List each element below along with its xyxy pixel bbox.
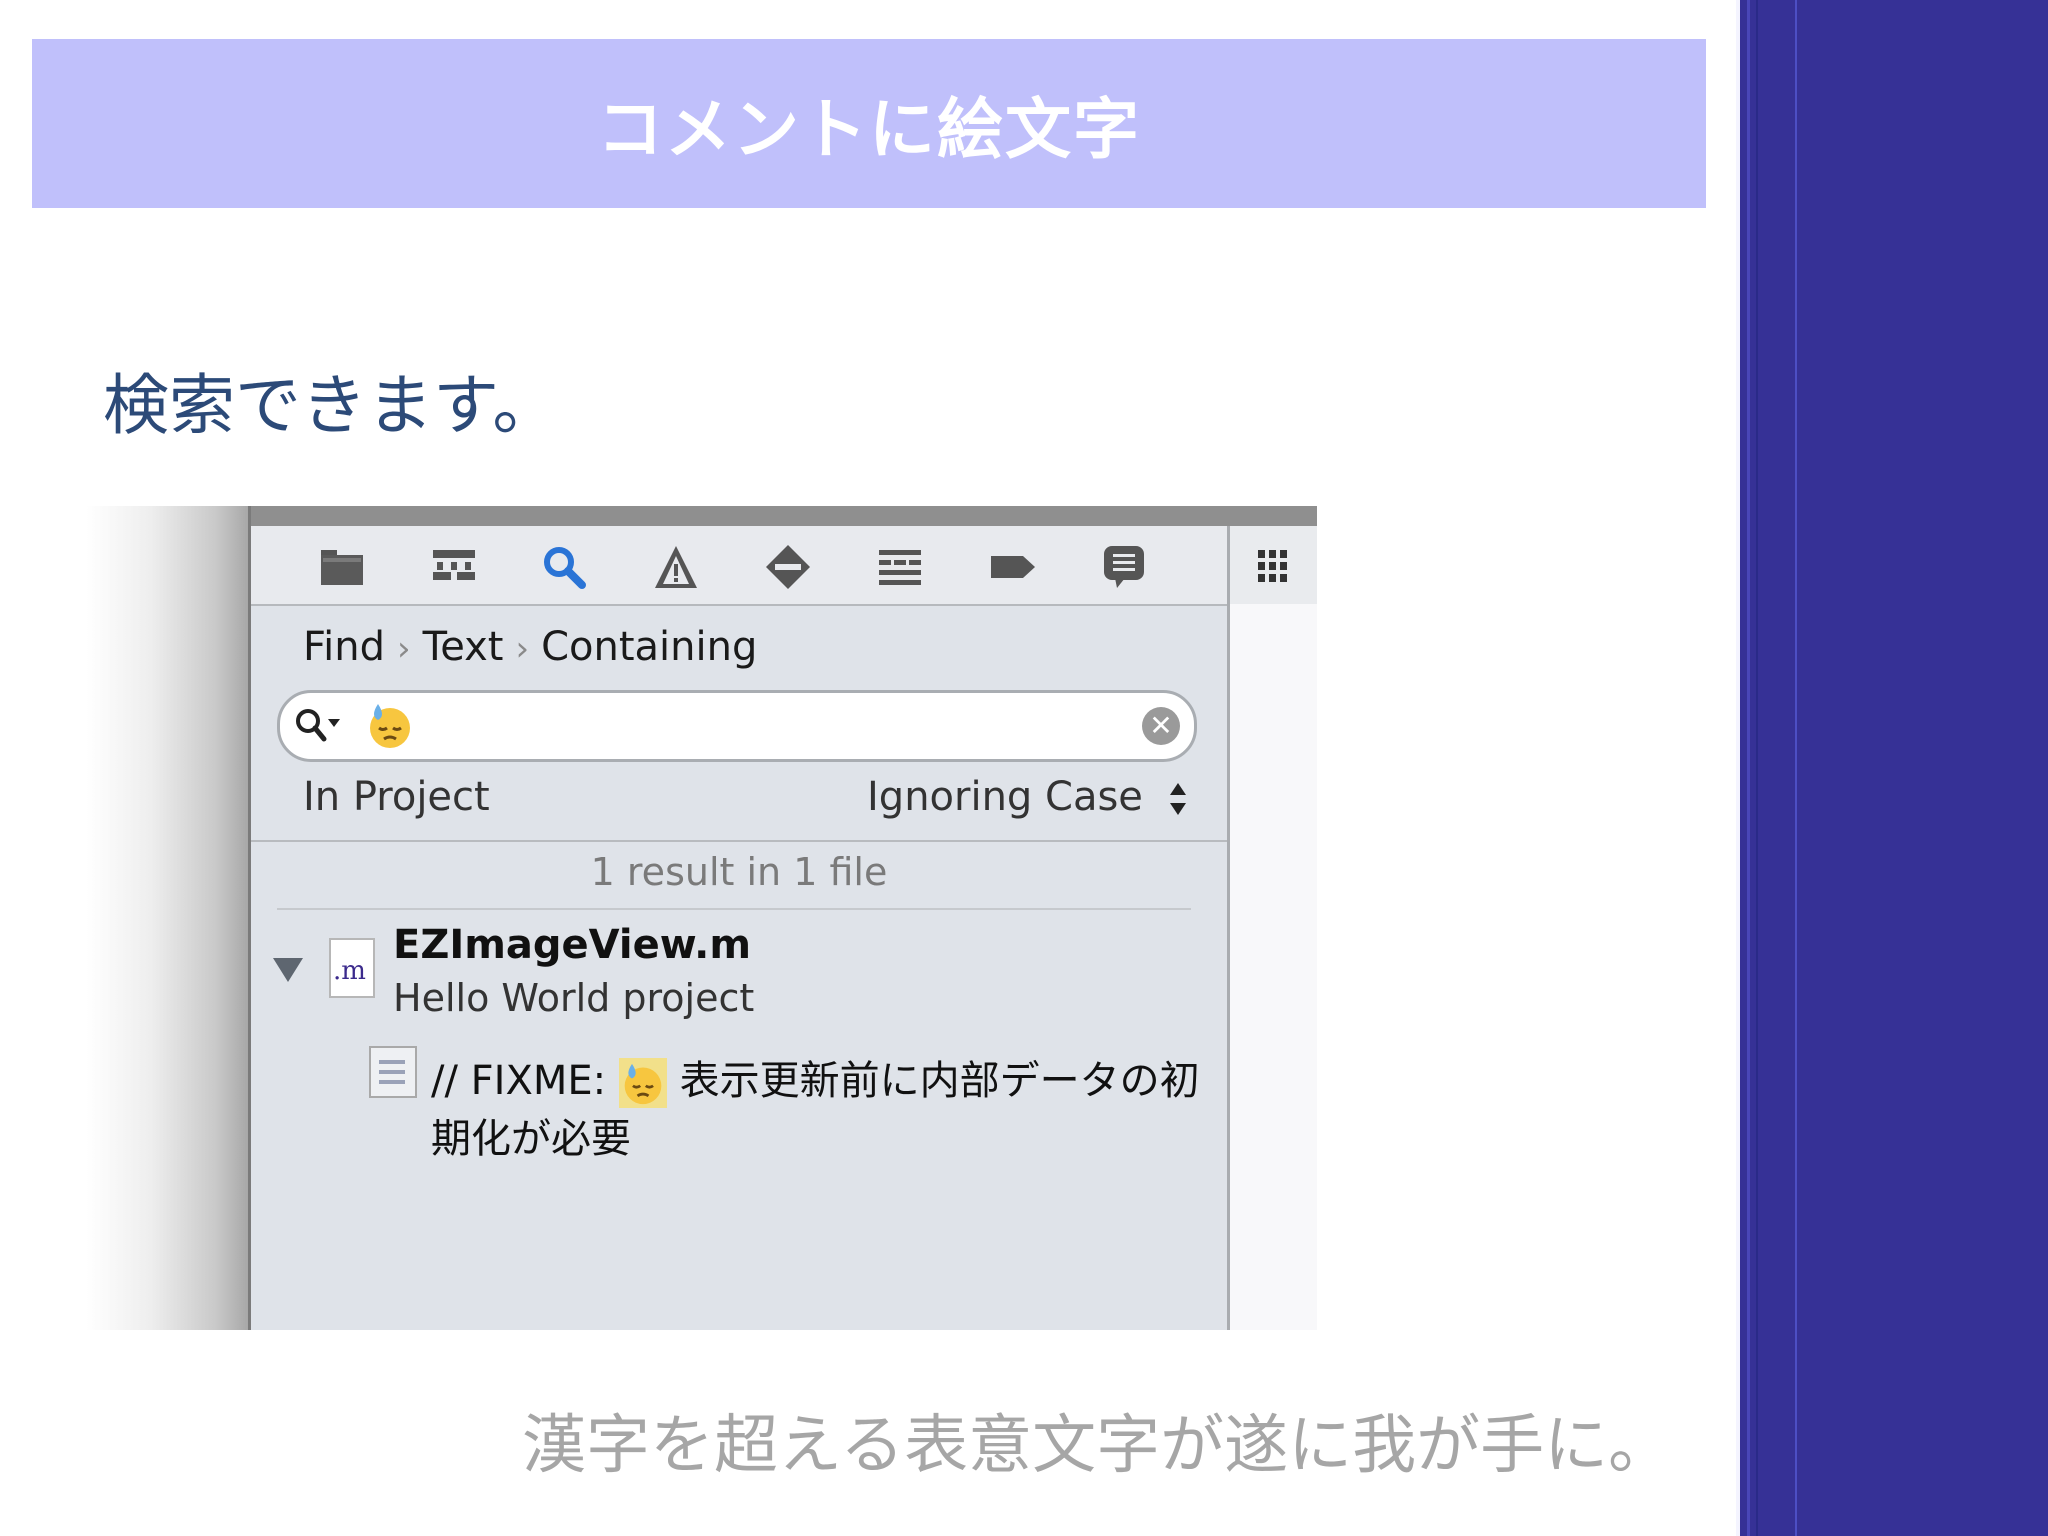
objc-file-icon: .m xyxy=(329,938,375,998)
xcode-screenshot: Find › Text › Containing ✕ In Project Ignori… xyxy=(86,506,1317,1330)
search-field[interactable]: ✕ xyxy=(277,690,1197,762)
updown-arrows-icon xyxy=(1169,783,1186,815)
match-prefix: // FIXME: xyxy=(431,1058,607,1104)
search-options-icon[interactable] xyxy=(294,707,342,745)
breadcrumb: Find › Text › Containing xyxy=(303,624,757,670)
disclosure-triangle-icon[interactable] xyxy=(271,956,305,984)
folder-icon[interactable] xyxy=(319,544,365,590)
search-result-line[interactable]: // FIXME: 表示更新前に内部データの初期化が必要 xyxy=(431,1052,1211,1168)
navigator-toolbar xyxy=(251,526,1227,606)
text-line-icon xyxy=(369,1046,417,1098)
log-list-icon[interactable] xyxy=(877,544,923,590)
sweat-emoji-icon xyxy=(370,704,410,748)
inspector-toolbar xyxy=(1230,526,1317,604)
case-selector[interactable]: Ignoring Case xyxy=(867,774,1188,820)
sidebar-stripe xyxy=(1747,0,1750,1536)
scope-selector[interactable]: In Project xyxy=(303,774,490,820)
sidebar-stripe xyxy=(1756,0,1758,1536)
clear-search-icon[interactable]: ✕ xyxy=(1142,707,1180,745)
breadcrumb-text[interactable]: Text xyxy=(423,624,504,670)
slide-title-bar: コメントに絵文字 xyxy=(32,39,1706,208)
divider xyxy=(277,908,1191,910)
editor-area xyxy=(1230,604,1317,1330)
slide-caption: 漢字を超える表意文字が遂に我が手に。 xyxy=(522,1409,1673,1483)
slide-title: コメントに絵文字 xyxy=(597,90,1141,168)
find-navigator: Find › Text › Containing ✕ In Project Ignori… xyxy=(248,506,1317,1330)
tag-icon[interactable] xyxy=(989,544,1035,590)
window-edge xyxy=(251,506,1317,526)
breadcrumb-find[interactable]: Find xyxy=(303,624,385,670)
sweat-emoji-icon xyxy=(624,1063,662,1105)
slide-subtitle: 検索できます。 xyxy=(103,367,559,444)
file-ext-label: .m xyxy=(333,956,366,986)
breadcrumb-containing[interactable]: Containing xyxy=(541,624,757,670)
search-icon[interactable] xyxy=(541,544,587,590)
chat-icon[interactable] xyxy=(1101,544,1147,590)
breakpoint-icon[interactable] xyxy=(765,544,811,590)
chevron-right-icon: › xyxy=(396,629,411,669)
warning-icon[interactable] xyxy=(653,544,699,590)
match-highlight xyxy=(618,1058,667,1108)
result-file-name[interactable]: EZImageView.m xyxy=(393,922,751,968)
hierarchy-icon[interactable] xyxy=(431,544,477,590)
result-project: Hello World project xyxy=(393,976,755,1020)
slide-sidebar xyxy=(1740,0,2048,1536)
divider xyxy=(251,840,1227,842)
result-summary: 1 result in 1 file xyxy=(590,850,888,894)
editor-shadow xyxy=(86,506,248,1330)
chevron-right-icon: › xyxy=(515,629,530,669)
case-label: Ignoring Case xyxy=(867,774,1143,820)
sidebar-stripe xyxy=(1795,0,1797,1536)
grid-icon[interactable] xyxy=(1258,550,1290,584)
